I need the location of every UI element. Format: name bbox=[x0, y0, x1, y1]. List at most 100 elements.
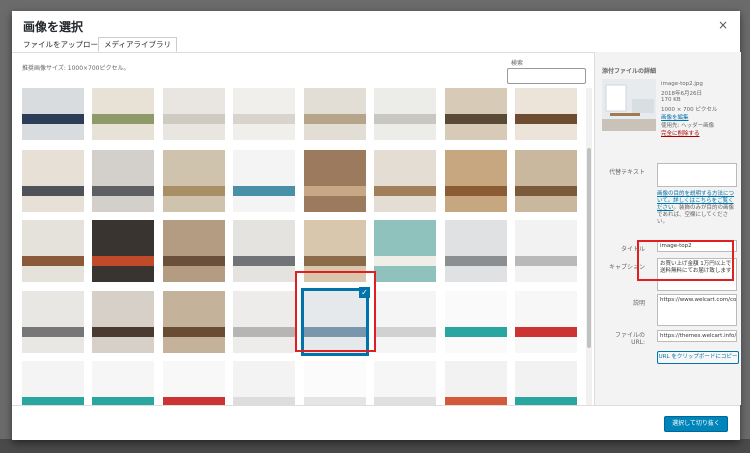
thumbnail-image bbox=[92, 361, 154, 410]
scrollbar-thumb[interactable] bbox=[587, 148, 591, 348]
attachment-preview-image bbox=[602, 79, 656, 131]
attachment-dimensions: 1000 × 700 ピクセル bbox=[661, 107, 718, 113]
attachment-used-in: 使用先: ヘッダー画像 bbox=[661, 123, 715, 129]
media-thumbnail[interactable] bbox=[163, 361, 225, 410]
media-thumbnail[interactable] bbox=[445, 220, 507, 282]
media-thumbnail[interactable] bbox=[374, 220, 436, 282]
admin-bottom-bar bbox=[0, 439, 750, 453]
media-thumbnail[interactable] bbox=[233, 88, 295, 140]
media-thumbnail[interactable] bbox=[445, 88, 507, 140]
thumbnail-image bbox=[163, 150, 225, 212]
thumbnail-image bbox=[92, 220, 154, 282]
thumbnail-image bbox=[92, 291, 154, 353]
close-icon[interactable]: × bbox=[718, 18, 728, 32]
media-thumbnail[interactable] bbox=[233, 220, 295, 282]
thumbnail-image bbox=[445, 220, 507, 282]
media-thumbnail[interactable] bbox=[304, 88, 366, 140]
description-field[interactable]: https://www.welcart.com/community/forums bbox=[657, 294, 737, 326]
title-label: タイトル bbox=[620, 246, 645, 253]
thumbnail-image bbox=[445, 361, 507, 410]
attachment-filename: image-top2.jpg bbox=[661, 81, 703, 87]
media-thumbnail[interactable] bbox=[445, 150, 507, 212]
thumbnail-image bbox=[233, 88, 295, 140]
media-thumbnail[interactable] bbox=[304, 220, 366, 282]
media-thumbnail[interactable] bbox=[22, 291, 84, 353]
media-thumbnail-selected[interactable]: ✓ bbox=[301, 287, 370, 356]
thumbnail-image bbox=[515, 291, 577, 353]
thumbnail-image bbox=[374, 220, 436, 282]
media-thumbnail[interactable] bbox=[92, 150, 154, 212]
thumbnail-image bbox=[374, 150, 436, 212]
attachment-details-panel: 添付ファイルの詳細 image-top2.jpg 2018年6月26日 170 … bbox=[594, 52, 741, 405]
tab-upload-files[interactable]: ファイルをアップロード bbox=[18, 38, 111, 51]
attachment-date: 2018年6月26日 bbox=[661, 91, 702, 97]
thumbnail-image bbox=[233, 291, 295, 353]
media-thumbnail[interactable] bbox=[22, 88, 84, 140]
thumbnail-image bbox=[92, 150, 154, 212]
media-thumbnail[interactable] bbox=[233, 150, 295, 212]
search-input[interactable] bbox=[507, 68, 586, 84]
thumbnail-image bbox=[233, 220, 295, 282]
thumbnail-image bbox=[163, 361, 225, 410]
media-thumbnail[interactable] bbox=[304, 150, 366, 212]
media-thumbnail[interactable] bbox=[374, 150, 436, 212]
thumbnail-image bbox=[374, 88, 436, 140]
thumbnail-image bbox=[374, 291, 436, 353]
thumbnail-image bbox=[445, 150, 507, 212]
media-thumbnail[interactable] bbox=[92, 88, 154, 140]
media-thumbnail[interactable] bbox=[374, 88, 436, 140]
media-thumbnail[interactable] bbox=[22, 150, 84, 212]
title-field[interactable]: image-top2 bbox=[657, 240, 737, 252]
media-thumbnail[interactable] bbox=[515, 220, 577, 282]
thumbnail-image bbox=[515, 150, 577, 212]
media-grid: ✓ bbox=[22, 88, 582, 410]
search-label: 検索 bbox=[511, 60, 524, 67]
thumbnail-image bbox=[445, 88, 507, 140]
copy-url-button[interactable]: URL をクリップボードにコピー bbox=[657, 351, 739, 364]
thumbnail-image bbox=[515, 361, 577, 410]
media-thumbnail[interactable] bbox=[515, 361, 577, 410]
media-thumbnail[interactable] bbox=[163, 291, 225, 353]
media-thumbnail[interactable] bbox=[92, 361, 154, 410]
thumbnail-image bbox=[92, 88, 154, 140]
grid-scrollbar[interactable] bbox=[586, 88, 592, 410]
thumbnail-image bbox=[22, 150, 84, 212]
media-thumbnail[interactable] bbox=[233, 361, 295, 410]
thumbnail-image bbox=[233, 150, 295, 212]
media-thumbnail[interactable] bbox=[374, 291, 436, 353]
tab-media-library[interactable]: メディアライブラリ bbox=[98, 37, 177, 52]
media-thumbnail[interactable] bbox=[92, 291, 154, 353]
file-url-field[interactable]: https://themes.welcart.info/ bbox=[657, 330, 737, 342]
thumbnail-image bbox=[304, 361, 366, 410]
delete-permanently-link[interactable]: 完全に削除する bbox=[661, 129, 700, 137]
select-and-crop-button[interactable]: 選択して切り抜く bbox=[664, 416, 728, 432]
edit-image-link[interactable]: 画像を編集 bbox=[661, 113, 689, 121]
media-thumbnail[interactable] bbox=[515, 150, 577, 212]
media-thumbnail[interactable] bbox=[515, 291, 577, 353]
modal-tabs: ファイルをアップロード メディアライブラリ bbox=[12, 36, 740, 53]
file-url-label: ファイルの URL: bbox=[614, 332, 645, 346]
thumbnail-image bbox=[374, 361, 436, 410]
thumbnail-image bbox=[445, 291, 507, 353]
media-thumbnail[interactable] bbox=[92, 220, 154, 282]
media-thumbnail[interactable] bbox=[163, 220, 225, 282]
media-thumbnail[interactable] bbox=[304, 361, 366, 410]
caption-field[interactable]: お買い上げ金額 1万円以上で送料無料にてお届け致します bbox=[657, 258, 737, 291]
media-thumbnail[interactable] bbox=[445, 291, 507, 353]
selected-check-icon[interactable]: ✓ bbox=[359, 287, 370, 298]
thumbnail-image bbox=[515, 88, 577, 140]
media-thumbnail[interactable] bbox=[374, 361, 436, 410]
thumbnail-image bbox=[22, 220, 84, 282]
thumbnail-image bbox=[304, 88, 366, 140]
media-thumbnail[interactable] bbox=[163, 88, 225, 140]
thumbnail-image bbox=[163, 88, 225, 140]
alt-text-help: 画像の目的を説明する方法について。詳しくはこちらをご覧ください。装飾のみが目的の… bbox=[657, 191, 739, 226]
media-thumbnail[interactable] bbox=[22, 361, 84, 410]
media-thumbnail[interactable] bbox=[233, 291, 295, 353]
media-thumbnail[interactable] bbox=[445, 361, 507, 410]
alt-text-field[interactable] bbox=[657, 163, 737, 187]
media-thumbnail[interactable] bbox=[515, 88, 577, 140]
media-thumbnail[interactable] bbox=[22, 220, 84, 282]
media-thumbnail[interactable] bbox=[163, 150, 225, 212]
thumbnail-image bbox=[304, 220, 366, 282]
